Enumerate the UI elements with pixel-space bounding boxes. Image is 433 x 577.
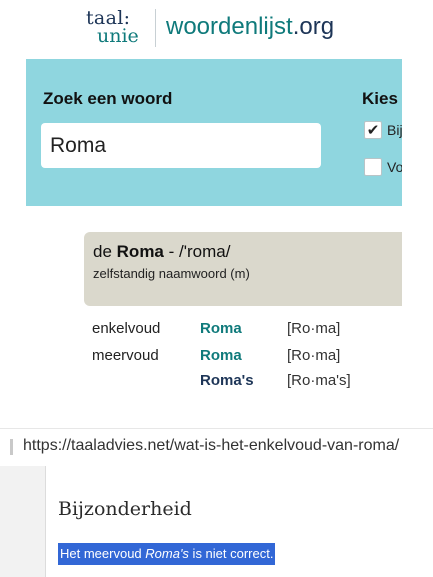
option-item-2[interactable]: Vo [364,158,402,178]
site-title-link[interactable]: woordenlijst.org [166,12,334,42]
highlight-text-before: Het meervoud [60,546,146,561]
page-side-rail [0,466,46,577]
url-text[interactable]: https://taaladvies.net/wat-is-het-enkelv… [23,437,399,455]
inflection-label: enkelvoud [92,320,161,337]
address-bar-edge [10,439,13,455]
option-label-2: Vo [387,159,402,175]
highlight-word: Roma's [145,546,189,561]
site-name: woordenlijst [166,13,293,40]
taalunie-logo-line2: unie [97,25,139,47]
search-panel: Zoek een woord Kies ✔ Bij Vo [26,59,402,206]
highlighted-sentence[interactable]: Het meervoud Roma's is niet correct. [58,543,276,565]
inflection-form: Roma's [200,372,254,389]
inflection-hyphenation: [Ro·ma] [287,347,341,364]
option-label-1: Bij [387,122,402,138]
inflection-form: Roma [200,320,242,337]
taalunie-logo[interactable]: taal: unie [86,9,148,49]
site-tld: .org [292,13,335,40]
highlight-text-after: is niet correct. [188,546,274,561]
result-card: de Roma - /'roma/ zelfstandig naamwoord … [84,232,402,306]
logo-divider [155,9,156,47]
result-pronunciation: - /'roma/ [168,242,231,261]
article-section-title: Bijzonderheid [58,498,192,520]
checkmark-icon[interactable]: ✔ [364,121,382,139]
inflection-hyphenation: [Ro·ma's] [287,372,351,389]
inflection-label: meervoud [92,347,159,364]
address-bar[interactable]: https://taaladvies.net/wat-is-het-enkelv… [0,428,433,466]
option-item-1[interactable]: ✔ Bij [364,121,402,141]
search-input[interactable] [41,123,321,168]
unchecked-checkbox[interactable] [364,158,382,176]
result-word: Roma [116,242,164,261]
options-heading: Kies [362,89,398,108]
result-article: de [93,242,112,261]
search-heading: Zoek een woord [43,89,173,108]
part-of-speech: zelfstandig naamwoord (m) [93,266,250,281]
inflection-hyphenation: [Ro·ma] [287,320,341,337]
inflection-form: Roma [200,347,242,364]
result-headword: de Roma - /'roma/ [93,241,230,263]
